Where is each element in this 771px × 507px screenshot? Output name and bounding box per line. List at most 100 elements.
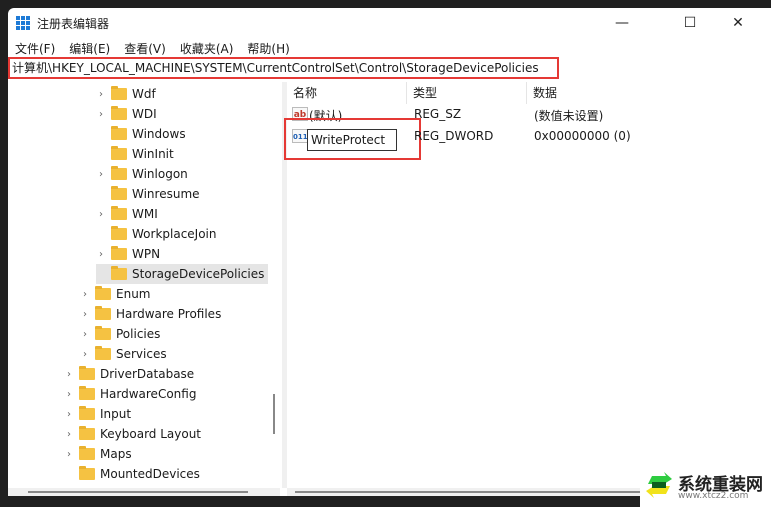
tree-item-label: WDI xyxy=(132,107,157,121)
tree-item-label: Windows xyxy=(132,127,186,141)
tree-item[interactable]: › Wdf xyxy=(96,84,160,104)
column-name[interactable]: 名称 xyxy=(287,82,407,104)
tree-item[interactable]: › Winlogon xyxy=(96,164,192,184)
window-title: 注册表编辑器 xyxy=(37,17,110,31)
tree-item[interactable]: › Hardware Profiles xyxy=(80,304,225,324)
folder-icon xyxy=(95,326,111,340)
tree-item[interactable]: › Input xyxy=(64,404,135,424)
tree-item[interactable]: › WDI xyxy=(96,104,161,124)
tree-item[interactable]: › Keyboard Layout xyxy=(64,424,205,444)
title-bar: 注册表编辑器 — ☐ ✕ xyxy=(8,8,771,38)
tree-item-label: StorageDevicePolicies xyxy=(132,267,265,281)
expand-chevron-icon[interactable]: › xyxy=(96,89,106,100)
tree-item-label: HardwareConfig xyxy=(100,387,197,401)
expand-chevron-icon[interactable]: › xyxy=(96,169,106,180)
tree-item[interactable]: WinInit xyxy=(96,144,178,164)
tree-item[interactable]: › HardwareConfig xyxy=(64,384,200,404)
expand-chevron-icon[interactable]: › xyxy=(96,109,106,120)
tree-item[interactable]: WorkplaceJoin xyxy=(96,224,221,244)
tree-item[interactable]: Winresume xyxy=(96,184,204,204)
expand-chevron-icon[interactable]: › xyxy=(64,429,74,440)
tree-item[interactable]: › WPN xyxy=(96,244,164,264)
tree-item[interactable]: › Policies xyxy=(80,324,164,344)
minimize-button[interactable]: — xyxy=(602,11,642,35)
column-data[interactable]: 数据 xyxy=(527,82,771,104)
folder-icon xyxy=(111,106,127,120)
tree-item[interactable]: › DriverDatabase xyxy=(64,364,198,384)
watermark-icon xyxy=(646,472,672,498)
tree-item[interactable]: › WMI xyxy=(96,204,162,224)
menu-view[interactable]: 查看(V) xyxy=(124,40,166,57)
expand-chevron-icon[interactable]: › xyxy=(80,329,90,340)
watermark-logo: 系统重装网 www.xtcz2.com xyxy=(640,462,771,507)
folder-icon xyxy=(111,266,127,280)
tree-item-label: WMI xyxy=(132,207,158,221)
rename-input[interactable]: WriteProtect xyxy=(307,129,397,151)
folder-icon xyxy=(111,146,127,160)
tree-item[interactable]: StorageDevicePolicies xyxy=(96,264,269,284)
tree-item-label: WPN xyxy=(132,247,161,261)
expand-chevron-icon[interactable]: › xyxy=(96,209,106,220)
list-header: 名称 类型 数据 xyxy=(287,82,771,104)
expand-chevron-icon[interactable]: › xyxy=(64,449,74,460)
regedit-icon xyxy=(16,16,30,30)
folder-icon xyxy=(111,226,127,240)
menu-edit[interactable]: 编辑(E) xyxy=(69,40,110,57)
folder-icon xyxy=(79,466,95,480)
scroll-thumb[interactable] xyxy=(28,491,248,493)
tree-item-label: Policies xyxy=(116,327,161,341)
expand-chevron-icon[interactable]: › xyxy=(64,409,74,420)
watermark-url: www.xtcz2.com xyxy=(678,491,749,501)
tree-item-label: MountedDevices xyxy=(100,467,200,481)
tree-item-label: Keyboard Layout xyxy=(100,427,202,441)
folder-icon xyxy=(79,446,95,460)
scroll-thumb[interactable] xyxy=(273,394,275,434)
tree-item-label: Winresume xyxy=(132,187,200,201)
expand-chevron-icon[interactable]: › xyxy=(64,389,74,400)
tree-item[interactable]: › Services xyxy=(80,344,171,364)
tree-item[interactable]: › Enum xyxy=(80,284,154,304)
tree-item[interactable]: MountedDevices xyxy=(64,464,204,484)
tree-item[interactable]: › Maps xyxy=(64,444,136,464)
folder-icon xyxy=(95,306,111,320)
tree-item[interactable]: Windows xyxy=(96,124,190,144)
folder-icon xyxy=(95,346,111,360)
tree-vertical-scrollbar[interactable] xyxy=(270,82,278,488)
folder-icon xyxy=(111,126,127,140)
registry-editor-window: 注册表编辑器 — ☐ ✕ 文件(F) 编辑(E) 查看(V) 收藏夹(A) 帮助… xyxy=(8,8,771,496)
folder-icon xyxy=(111,86,127,100)
expand-chevron-icon[interactable]: › xyxy=(96,249,106,260)
value-data: (数值未设置) xyxy=(534,109,604,123)
folder-icon xyxy=(111,166,127,180)
menu-bar: 文件(F) 编辑(E) 查看(V) 收藏夹(A) 帮助(H) xyxy=(8,40,290,57)
folder-icon xyxy=(111,186,127,200)
column-type[interactable]: 类型 xyxy=(407,82,527,104)
expand-chevron-icon[interactable]: › xyxy=(64,369,74,380)
folder-icon xyxy=(79,386,95,400)
value-row[interactable]: 011 WriteProtect REG_DWORD 0x00000000 (0… xyxy=(284,118,771,160)
tree-item-label: WorkplaceJoin xyxy=(132,227,217,241)
folder-icon xyxy=(95,286,111,300)
expand-chevron-icon[interactable]: › xyxy=(80,309,90,320)
folder-icon xyxy=(111,206,127,220)
address-bar[interactable]: 计算机\HKEY_LOCAL_MACHINE\SYSTEM\CurrentCon… xyxy=(8,57,559,79)
value-list: 名称 类型 数据 ab (默认) REG_SZ (数值未设置) 011 Writ… xyxy=(284,82,771,488)
value-data: 0x00000000 (0) xyxy=(534,129,631,143)
tree-item-label: Enum xyxy=(116,287,151,301)
expand-chevron-icon[interactable]: › xyxy=(80,289,90,300)
close-button[interactable]: ✕ xyxy=(718,11,758,35)
menu-file[interactable]: 文件(F) xyxy=(15,40,55,57)
value-type: REG_SZ xyxy=(414,107,462,121)
menu-help[interactable]: 帮助(H) xyxy=(247,40,289,57)
maximize-button[interactable]: ☐ xyxy=(670,11,710,35)
menu-favorites[interactable]: 收藏夹(A) xyxy=(180,40,234,57)
tree-item-label: Wdf xyxy=(132,87,156,101)
tree-horizontal-scrollbar[interactable] xyxy=(8,488,280,496)
tree-item-label: Maps xyxy=(100,447,132,461)
scroll-thumb[interactable] xyxy=(295,491,675,493)
tree-item-label: Winlogon xyxy=(132,167,188,181)
folder-icon xyxy=(111,246,127,260)
expand-chevron-icon[interactable]: › xyxy=(80,349,90,360)
tree-item-label: Hardware Profiles xyxy=(116,307,222,321)
key-tree: › Wdf › WDI Windows WinInit › Winlogon Winresume… xyxy=(8,82,280,488)
